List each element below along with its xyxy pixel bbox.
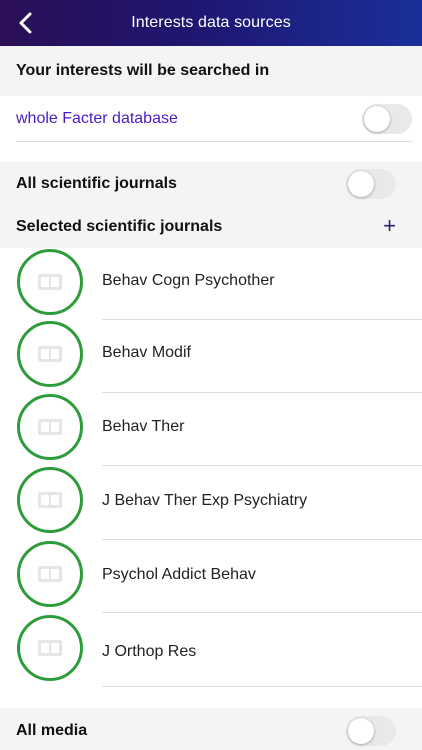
all-media-label: All media (16, 722, 88, 739)
journal-avatar (17, 249, 83, 315)
journal-avatar (17, 467, 83, 533)
chevron-left-icon (19, 12, 32, 34)
book-icon (38, 640, 62, 656)
journal-list-item[interactable]: Psychol Addict Behav (0, 540, 422, 613)
search-scope-header: Your interests will be searched in (0, 46, 422, 96)
book-icon (38, 566, 62, 582)
interests-data-sources-screen: Interests data sources Your interests wi… (0, 0, 422, 750)
book-icon (38, 274, 62, 290)
all-journals-label: All scientific journals (16, 175, 177, 192)
selected-journals-header: Selected scientific journals (0, 206, 422, 248)
toggle-knob (348, 171, 374, 197)
all-journals-toggle[interactable] (346, 169, 396, 199)
whole-database-link[interactable]: whole Facter database (16, 110, 178, 128)
divider (16, 141, 412, 142)
journal-avatar (17, 541, 83, 607)
journal-list-item[interactable]: Behav Ther (0, 393, 422, 466)
journal-list-item[interactable]: Behav Modif (0, 320, 422, 393)
journal-list-item[interactable]: Behav Cogn Psychother (0, 248, 422, 321)
whole-database-toggle[interactable] (362, 104, 412, 134)
toggle-knob (348, 718, 374, 744)
all-media-toggle[interactable] (346, 716, 396, 746)
selected-journals-label: Selected scientific journals (16, 218, 223, 235)
journal-avatar (17, 615, 83, 681)
journal-avatar (17, 321, 83, 387)
journal-avatar (17, 394, 83, 460)
journal-list-item[interactable]: J Orthop Res (0, 614, 422, 687)
journal-name: J Orthop Res (102, 643, 197, 660)
journal-name: J Behav Ther Exp Psychiatry (102, 492, 308, 509)
divider (102, 686, 422, 687)
divider (102, 612, 422, 613)
journal-list-item[interactable]: J Behav Ther Exp Psychiatry (0, 466, 422, 540)
book-icon (38, 492, 62, 508)
book-icon (38, 419, 62, 435)
journal-name: Behav Modif (102, 344, 191, 361)
add-journal-button[interactable]: + (383, 215, 396, 237)
page-title: Interests data sources (131, 14, 291, 31)
journal-name: Psychol Addict Behav (102, 566, 256, 583)
journal-name: Behav Ther (102, 418, 185, 435)
nav-bar: Interests data sources (0, 0, 422, 46)
whole-database-row: whole Facter database (0, 96, 422, 142)
book-icon (38, 346, 62, 362)
back-button[interactable] (10, 7, 42, 39)
toggle-knob (364, 106, 390, 132)
journal-name: Behav Cogn Psychother (102, 272, 275, 289)
